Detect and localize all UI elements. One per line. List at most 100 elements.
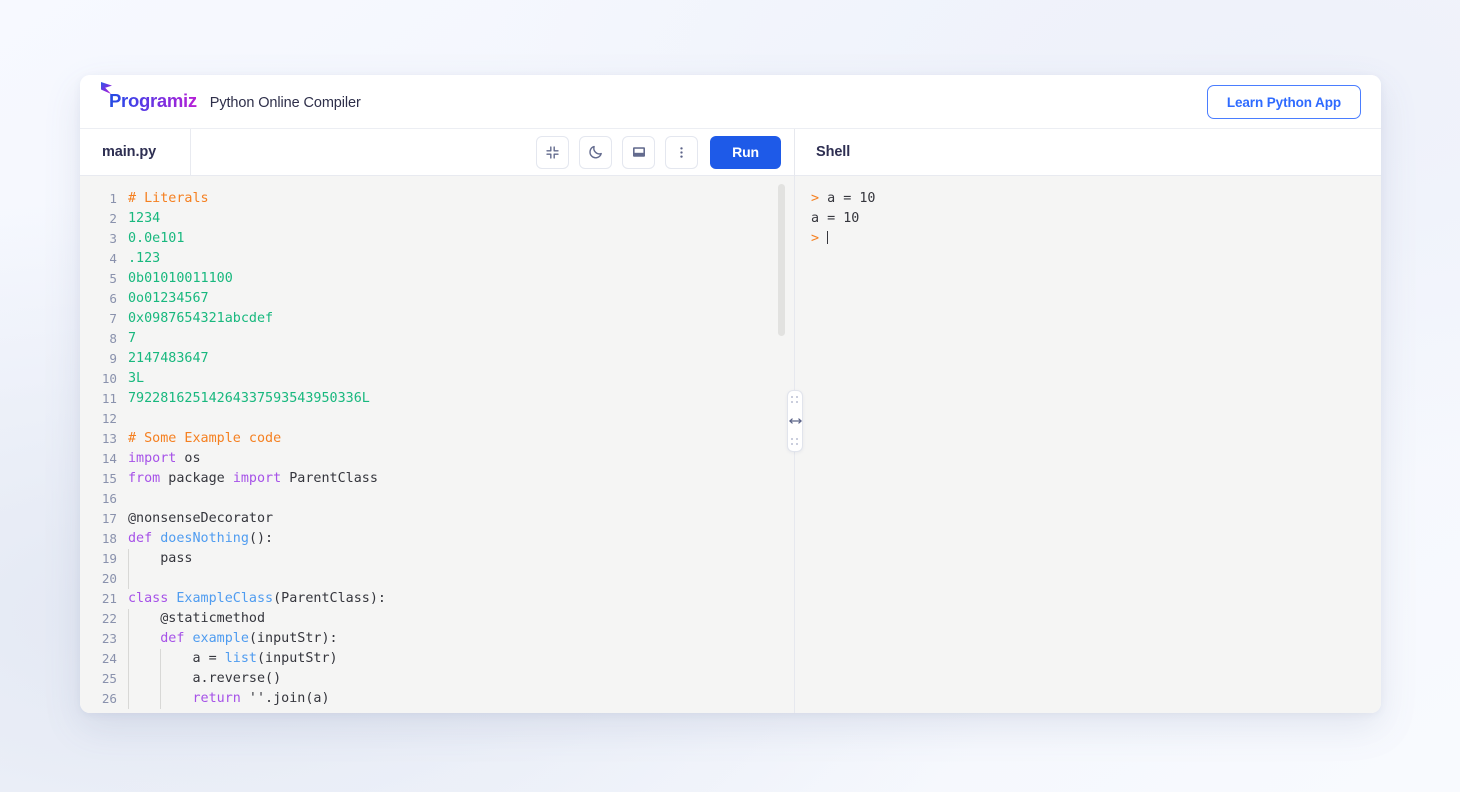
code-text[interactable]: a.reverse() xyxy=(126,669,281,689)
code-text[interactable]: return ''.join(a) xyxy=(126,689,330,709)
code-text[interactable]: 0x0987654321abcdef xyxy=(126,309,273,329)
page-title: Python Online Compiler xyxy=(210,95,361,111)
code-line[interactable]: 60o01234567 xyxy=(80,289,794,309)
code-text[interactable]: a = list(inputStr) xyxy=(126,649,338,669)
code-text[interactable]: @staticmethod xyxy=(126,609,265,629)
code-token-plain xyxy=(128,631,160,646)
shell-line: > xyxy=(811,229,1381,249)
code-token-com: # Some Example code xyxy=(128,431,281,446)
collapse-button[interactable] xyxy=(536,136,569,169)
code-line[interactable]: 1# Literals xyxy=(80,189,794,209)
line-number: 16 xyxy=(80,489,126,509)
code-lines[interactable]: 1# Literals2123430.0e1014.12350b01010011… xyxy=(80,189,794,709)
code-text[interactable]: pass xyxy=(126,549,193,569)
code-line[interactable]: 21class ExampleClass(ParentClass): xyxy=(80,589,794,609)
indent-guide xyxy=(160,669,161,689)
code-line[interactable]: 15from package import ParentClass xyxy=(80,469,794,489)
code-token-fn: example xyxy=(193,631,249,646)
code-text[interactable] xyxy=(126,489,128,509)
learn-python-app-button[interactable]: Learn Python App xyxy=(1207,85,1361,119)
code-line[interactable]: 1179228162514264337593543950336L xyxy=(80,389,794,409)
dark-mode-button[interactable] xyxy=(579,136,612,169)
code-text[interactable]: from package import ParentClass xyxy=(126,469,378,489)
code-line[interactable]: 24 a = list(inputStr) xyxy=(80,649,794,669)
line-number: 5 xyxy=(80,269,126,289)
code-line[interactable]: 12 xyxy=(80,409,794,429)
code-token-kw: def xyxy=(160,631,184,646)
editor-toolbar: main.py xyxy=(80,129,794,176)
line-number: 15 xyxy=(80,469,126,489)
code-text[interactable]: 0.0e101 xyxy=(126,229,184,249)
code-text[interactable]: 7 xyxy=(126,329,136,349)
code-text[interactable]: def example(inputStr): xyxy=(126,629,338,649)
line-number: 19 xyxy=(80,549,126,569)
line-number: 24 xyxy=(80,649,126,669)
shell-line: a = 10 xyxy=(811,209,1381,229)
code-line[interactable]: 16 xyxy=(80,489,794,509)
code-text[interactable]: .123 xyxy=(126,249,160,269)
pane-resizer-handle[interactable] xyxy=(787,390,803,452)
code-line[interactable]: 4.123 xyxy=(80,249,794,269)
line-number: 11 xyxy=(80,389,126,409)
layout-button[interactable] xyxy=(622,136,655,169)
code-line[interactable]: 87 xyxy=(80,329,794,349)
code-text[interactable]: import os xyxy=(126,449,201,469)
editor-pane: main.py xyxy=(80,129,795,713)
code-text[interactable]: def doesNothing(): xyxy=(126,529,273,549)
code-line[interactable]: 25 a.reverse() xyxy=(80,669,794,689)
resize-horizontal-icon xyxy=(789,412,802,430)
shell-output[interactable]: > a = 10a = 10> xyxy=(795,176,1381,713)
code-text[interactable]: class ExampleClass(ParentClass): xyxy=(126,589,386,609)
brand: Programiz Python Online Compiler xyxy=(101,92,361,111)
code-line[interactable]: 30.0e101 xyxy=(80,229,794,249)
code-line[interactable]: 13# Some Example code xyxy=(80,429,794,449)
code-line[interactable]: 92147483647 xyxy=(80,349,794,369)
code-token-num: 2147483647 xyxy=(128,351,209,366)
code-line[interactable]: 17@nonsenseDecorator xyxy=(80,509,794,529)
grip-dots-top-icon xyxy=(791,396,799,404)
line-number: 26 xyxy=(80,689,126,709)
shell-pane: Shell > a = 10a = 10> xyxy=(795,129,1381,713)
code-text[interactable] xyxy=(126,569,128,589)
code-editor[interactable]: 1# Literals2123430.0e1014.12350b01010011… xyxy=(80,176,794,713)
code-text[interactable]: 3L xyxy=(126,369,144,389)
code-text[interactable]: @nonsenseDecorator xyxy=(126,509,273,529)
code-line[interactable]: 103L xyxy=(80,369,794,389)
line-number: 6 xyxy=(80,289,126,309)
code-line[interactable]: 26 return ''.join(a) xyxy=(80,689,794,709)
line-number: 17 xyxy=(80,509,126,529)
code-line[interactable]: 23 def example(inputStr): xyxy=(80,629,794,649)
code-text[interactable]: 1234 xyxy=(126,209,160,229)
code-line[interactable]: 50b01010011100 xyxy=(80,269,794,289)
code-line[interactable]: 21234 xyxy=(80,209,794,229)
code-text[interactable]: 0b01010011100 xyxy=(126,269,233,289)
code-line[interactable]: 20 xyxy=(80,569,794,589)
code-token-fn: doesNothing xyxy=(160,531,249,546)
code-line[interactable]: 19 pass xyxy=(80,549,794,569)
code-text[interactable]: # Literals xyxy=(126,189,209,209)
line-number: 1 xyxy=(80,189,126,209)
code-line[interactable]: 70x0987654321abcdef xyxy=(80,309,794,329)
more-vertical-icon xyxy=(674,145,689,160)
code-text[interactable]: 2147483647 xyxy=(126,349,209,369)
editor-scrollbar-thumb[interactable] xyxy=(778,184,785,336)
code-token-plain xyxy=(184,631,192,646)
code-line[interactable]: 14import os xyxy=(80,449,794,469)
tab-main-py[interactable]: main.py xyxy=(102,144,190,160)
layout-split-icon xyxy=(631,144,647,160)
code-token-num: 1234 xyxy=(128,211,160,226)
shell-lines[interactable]: > a = 10a = 10> xyxy=(811,189,1381,249)
line-number: 12 xyxy=(80,409,126,429)
code-text[interactable]: 79228162514264337593543950336L xyxy=(126,389,370,409)
grip-dots-bottom-icon xyxy=(791,438,799,446)
code-line[interactable]: 22 @staticmethod xyxy=(80,609,794,629)
more-options-button[interactable] xyxy=(665,136,698,169)
code-text[interactable] xyxy=(126,409,128,429)
code-token-num: .123 xyxy=(128,251,160,266)
pane-resizer[interactable] xyxy=(787,129,803,713)
code-line[interactable]: 18def doesNothing(): xyxy=(80,529,794,549)
code-text[interactable]: 0o01234567 xyxy=(126,289,209,309)
code-text[interactable]: # Some Example code xyxy=(126,429,281,449)
run-button[interactable]: Run xyxy=(710,136,781,169)
code-token-plain: @nonsenseDecorator xyxy=(128,511,273,526)
